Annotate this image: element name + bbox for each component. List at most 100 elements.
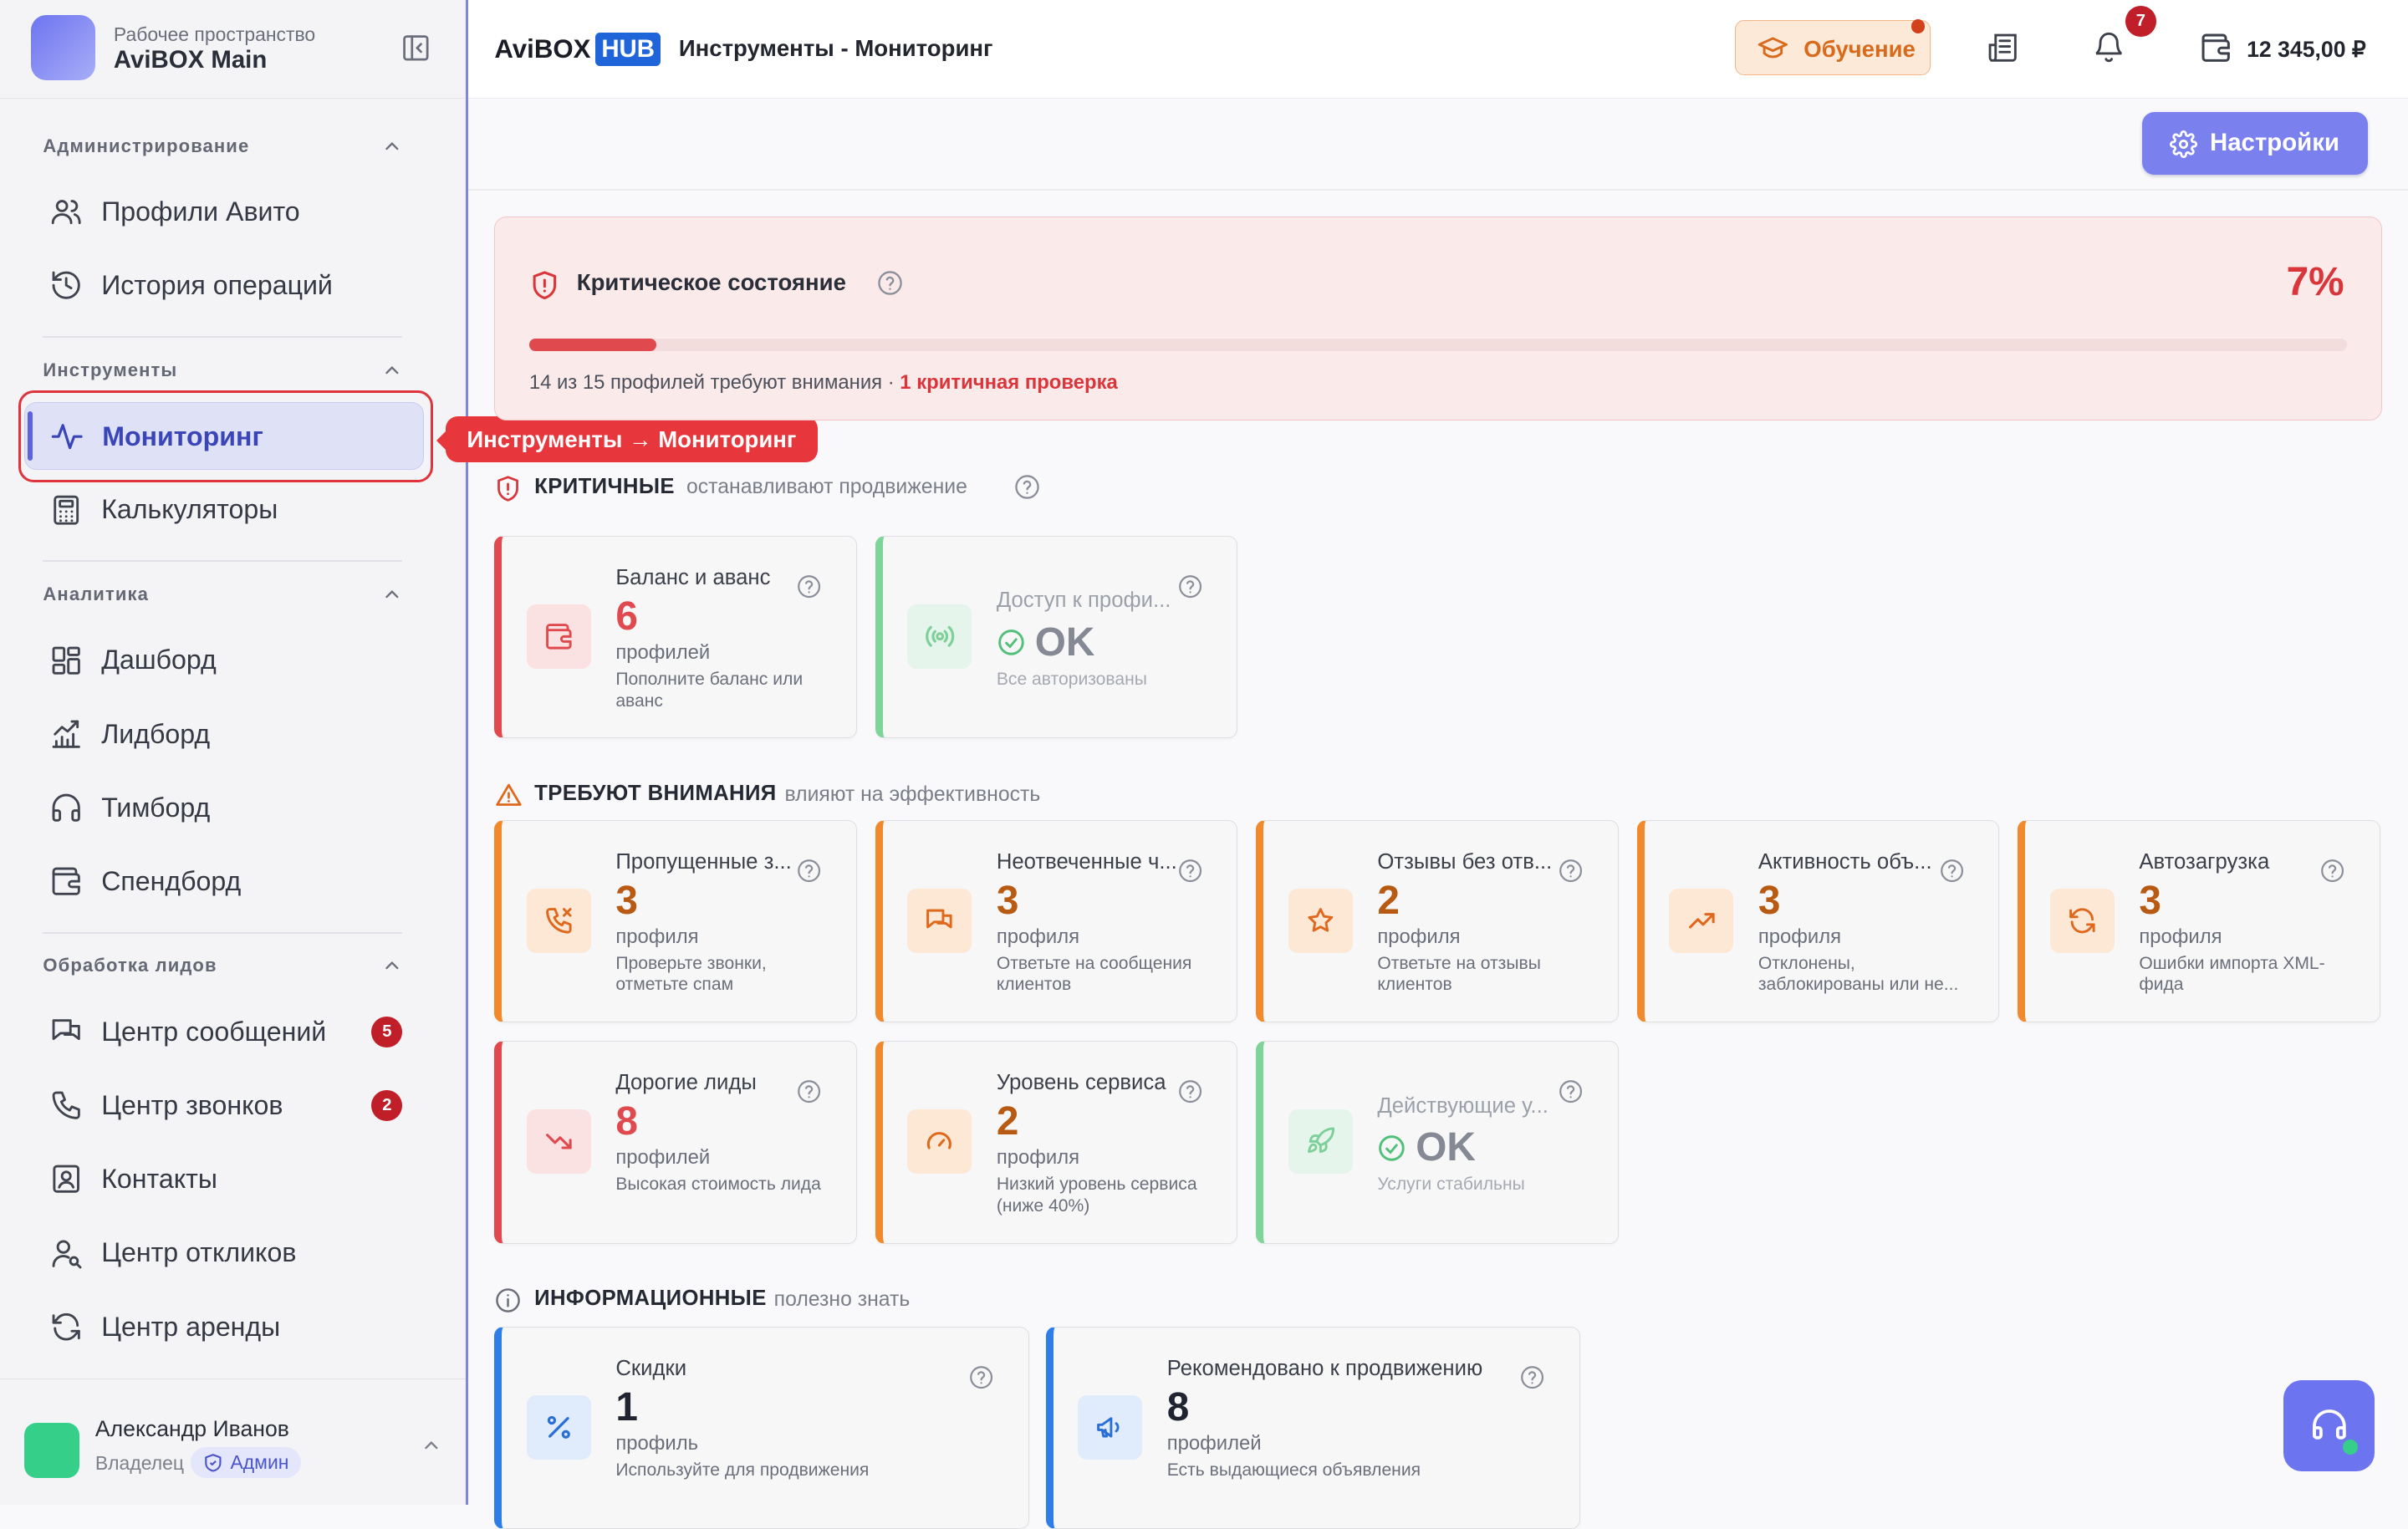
divider (468, 188, 2408, 191)
card-value: 3 (2139, 878, 2161, 923)
category-subtitle: влияют на эффективность (784, 782, 1041, 806)
divider (43, 931, 403, 934)
card-description: Все авторизованы (996, 669, 1147, 689)
workspace-logo (30, 15, 95, 80)
card-unit: профилей (615, 1146, 711, 1170)
section-title-analytics: Аналитика (43, 583, 149, 604)
card-title: Дорогие лиды (615, 1071, 757, 1095)
workspace-switcher[interactable]: Рабочее пространство AviBOX Main (0, 0, 467, 99)
megaphone-icon (1078, 1394, 1143, 1460)
check-circle-icon (1377, 1134, 1406, 1163)
graduation-cap-icon (1758, 36, 1788, 60)
sidebar-item-history[interactable]: История операций (24, 252, 424, 319)
help-icon[interactable] (876, 269, 904, 297)
card-unit: профиля (1377, 925, 1461, 948)
help-icon[interactable] (2319, 858, 2345, 884)
help-icon[interactable] (1177, 858, 1203, 884)
percent-icon (526, 1394, 591, 1460)
card-autoload[interactable]: Автозагрузка 3 профиля Ошибки импорта XM… (2018, 819, 2380, 1023)
sidebar-item-leadboard[interactable]: Лидборд (24, 701, 424, 768)
critical-state-percent: 7% (2286, 259, 2344, 304)
support-chat-button[interactable] (2283, 1380, 2375, 1471)
card-value: 2 (996, 1099, 1019, 1144)
sidebar-item-contacts[interactable]: Контакты (24, 1145, 424, 1213)
rocket-icon (1288, 1109, 1353, 1175)
sidebar-item-rent[interactable]: Центр аренды (24, 1293, 424, 1361)
messages-icon (907, 888, 972, 953)
dashboard-icon (49, 644, 83, 677)
help-icon[interactable] (1558, 858, 1584, 884)
news-icon[interactable] (1986, 31, 2019, 64)
breadcrumb-tooltip: Инструменты → Мониторинг (436, 415, 819, 462)
card-balance[interactable]: Баланс и аванс 6 профилей Пополните бала… (494, 536, 857, 739)
help-icon[interactable] (796, 1078, 822, 1104)
sidebar-item-label: Лидборд (101, 718, 211, 749)
sidebar-item-label: Тимборд (101, 792, 211, 823)
summary-highlight[interactable]: 1 критичная проверка (900, 371, 1117, 394)
help-icon[interactable] (796, 858, 822, 884)
sidebar-item-responses[interactable]: Центр откликов (24, 1219, 424, 1287)
card-listing-activity[interactable]: Активность объ... 3 профиля Отклонены, з… (1636, 819, 2000, 1023)
user-search-icon (49, 1236, 83, 1270)
card-unanswered-chats[interactable]: Неотвеченные ч... 3 профиля Ответьте на … (875, 819, 1238, 1023)
phone-icon (49, 1088, 83, 1122)
gauge-icon (907, 1109, 972, 1175)
chevron-up-icon[interactable] (381, 359, 403, 381)
user-profile[interactable]: Александр Иванов Владелец Админ (0, 1379, 467, 1505)
help-icon[interactable] (1939, 858, 1965, 884)
chevron-up-icon[interactable] (381, 955, 403, 976)
logo-box: HUB (594, 32, 661, 66)
category-subtitle: останавливают продвижение (686, 476, 967, 499)
category-title: ТРЕБУЮТ ВНИМАНИЯ (534, 781, 777, 805)
card-discounts[interactable]: Скидки 1 профиль Используйте для продвиж… (494, 1326, 1029, 1529)
balance-value[interactable]: 12 345,00 ₽ (2247, 37, 2366, 63)
collapse-sidebar-icon[interactable] (400, 33, 431, 64)
card-service-level[interactable]: Уровень сервиса 2 профиля Низкий уровень… (875, 1041, 1238, 1244)
help-icon[interactable] (1013, 473, 1041, 501)
avatar (24, 1422, 80, 1478)
sidebar-item-messages[interactable]: Центр сообщений 5 (24, 998, 424, 1066)
bell-icon[interactable] (2092, 31, 2125, 64)
sidebar-item-dashboard[interactable]: Дашборд (24, 626, 424, 694)
help-icon[interactable] (1177, 573, 1203, 599)
card-expensive-leads[interactable]: Дорогие лиды 8 профилей Высокая стоимост… (494, 1041, 857, 1244)
help-icon[interactable] (1519, 1364, 1545, 1390)
logo[interactable]: AviBOX HUB (494, 31, 661, 68)
sidebar-item-avito-profiles[interactable]: Профили Авито (24, 178, 424, 246)
card-active-services[interactable]: Действующие у... OK Услуги стабильны (1256, 1041, 1619, 1244)
refresh-icon (49, 1310, 83, 1343)
sidebar-item-label: Дашборд (101, 645, 217, 675)
user-role: Владелец (94, 1451, 184, 1474)
help-icon[interactable] (1177, 1078, 1203, 1104)
chevron-up-icon[interactable] (381, 135, 403, 157)
card-profile-access[interactable]: Доступ к профи... OK Все авторизованы (875, 536, 1238, 739)
workspace-name: AviBOX Main (113, 46, 268, 74)
help-icon[interactable] (796, 573, 822, 599)
sidebar-item-spendboard[interactable]: Спендборд (24, 848, 424, 915)
notification-dot (1911, 19, 1926, 33)
sidebar-item-teamboard[interactable]: Тимборд (24, 774, 424, 842)
card-reviews[interactable]: Отзывы без отв... 2 профиля Ответьте на … (1256, 819, 1619, 1023)
card-recommended[interactable]: Рекомендовано к продвижению 8 профилей Е… (1045, 1326, 1580, 1529)
chevron-up-icon[interactable] (381, 584, 403, 605)
card-value: 3 (1758, 878, 1781, 923)
sidebar-item-calculators[interactable]: Калькуляторы (24, 476, 424, 543)
settings-button[interactable]: Настройки (2142, 112, 2369, 176)
card-unit: профиль (615, 1431, 699, 1455)
help-icon[interactable] (968, 1364, 994, 1390)
card-missed-calls[interactable]: Пропущенные з... 3 профиля Проверьте зво… (494, 819, 857, 1023)
wallet-icon (526, 604, 591, 669)
settings-label: Настройки (2210, 129, 2339, 157)
learning-button[interactable]: Обучение (1735, 19, 1931, 75)
sidebar-item-label: История операций (101, 270, 333, 301)
help-icon[interactable] (1558, 1078, 1584, 1104)
critical-state-panel: Критическое состояние 7% 14 из 15 профил… (494, 216, 2382, 421)
info-icon (494, 1287, 522, 1314)
chevron-up-icon[interactable] (421, 1435, 442, 1456)
sidebar-item-label: Контакты (101, 1164, 217, 1195)
sidebar-item-label: Центр звонков (101, 1090, 283, 1121)
sidebar-item-calls[interactable]: Центр звонков 2 (24, 1072, 424, 1139)
section-title-tools: Инструменты (43, 359, 178, 380)
wallet-icon[interactable] (2199, 31, 2232, 64)
card-title: Неотвеченные ч... (996, 849, 1177, 874)
